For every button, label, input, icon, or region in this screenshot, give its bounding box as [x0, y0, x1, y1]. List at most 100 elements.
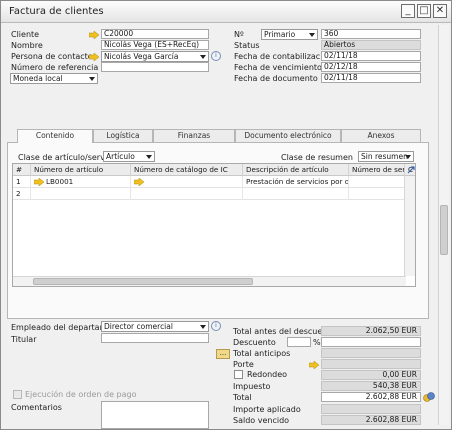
- serie-cell[interactable]: [349, 188, 405, 200]
- descuento-label: Descuento: [233, 338, 276, 347]
- referencia-field[interactable]: [101, 62, 209, 72]
- status-label: Status: [234, 41, 260, 50]
- resumen-label: Clase de resumen: [281, 153, 353, 162]
- serie-select[interactable]: Primario: [261, 29, 318, 40]
- contacto-select[interactable]: Nicolás Vega García: [101, 51, 209, 62]
- maximize-button[interactable]: □: [417, 4, 431, 18]
- empleado-value: Director comercial: [104, 322, 173, 331]
- col-header-descripcion[interactable]: Descripción de artículo: [243, 164, 349, 176]
- empleado-select[interactable]: Director comercial: [101, 321, 209, 332]
- grid-header: # Número de artículo Número de catálogo …: [13, 164, 415, 176]
- fcont-field[interactable]: 02/11/18: [321, 51, 421, 61]
- comentarios-textarea[interactable]: [101, 401, 209, 429]
- titular-field[interactable]: [101, 333, 209, 343]
- saldo-field: 2.602,88 EUR: [321, 415, 421, 425]
- title-bar: Factura de clientes _ □ ✕: [1, 1, 451, 23]
- tab-anexos[interactable]: Anexos: [341, 129, 421, 142]
- col-header-catalogo[interactable]: Número de catálogo de IC: [131, 164, 243, 176]
- importe-aplicado-label: Importe aplicado: [233, 405, 301, 414]
- articulo-cell[interactable]: [31, 188, 131, 200]
- redondeo-checkbox[interactable]: [234, 370, 243, 379]
- porte-link-arrow-icon[interactable]: [309, 361, 319, 369]
- grid-scroll-thumb[interactable]: [33, 278, 253, 285]
- fdoc-field[interactable]: 02/11/18: [321, 73, 421, 83]
- chevron-down-icon: [89, 77, 95, 81]
- contacto-value: Nicolás Vega García: [104, 52, 179, 61]
- porte-field: [321, 359, 421, 369]
- window-scrollbar[interactable]: [438, 25, 449, 425]
- info-icon[interactable]: i: [211, 321, 221, 331]
- anticipos-dots-button[interactable]: ...: [216, 349, 230, 359]
- minimize-button[interactable]: _: [401, 4, 415, 18]
- empleado-label: Empleado del departam: [11, 323, 108, 332]
- resumen-value: Sin resumen: [361, 152, 408, 161]
- cliente-label: Cliente: [11, 30, 40, 39]
- fvenc-field[interactable]: 02/12/18: [321, 62, 421, 72]
- anticipos-field: [321, 348, 421, 358]
- window-scroll-thumb[interactable]: [440, 205, 448, 255]
- moneda-value: Moneda local: [13, 74, 63, 83]
- fcont-label: Fecha de contabilización: [234, 52, 333, 61]
- impuesto-field: 540,38 EUR: [321, 381, 421, 391]
- clase-value: Artículo: [106, 152, 135, 161]
- nombre-field[interactable]: Nicolás Vega (ES+RecEq): [101, 40, 209, 50]
- contacto-link-arrow-icon[interactable]: [89, 53, 99, 61]
- resumen-select[interactable]: Sin resumen: [358, 151, 414, 162]
- anticipos-label: Total anticipos: [233, 349, 291, 358]
- invoice-window: Factura de clientes _ □ ✕ Cliente C20000…: [0, 0, 452, 430]
- tab-documento-electronico[interactable]: Documento electrónico: [235, 129, 341, 142]
- total-antes-field: 2.062,50 EUR: [321, 326, 421, 336]
- comentarios-label: Comentarios: [11, 403, 62, 412]
- serie-value: Primario: [264, 30, 296, 39]
- descuento-field[interactable]: [321, 337, 421, 347]
- chevron-down-icon: [405, 155, 411, 159]
- ejecucion-checkbox[interactable]: [13, 390, 22, 399]
- ejecucion-label: Ejecución de orden de pago: [25, 390, 137, 399]
- close-button[interactable]: ✕: [433, 4, 447, 18]
- tab-finanzas[interactable]: Finanzas: [153, 129, 235, 142]
- info-icon[interactable]: i: [211, 51, 221, 61]
- row-number: 2: [13, 188, 31, 200]
- col-header-serie[interactable]: Número de serie: [349, 164, 405, 176]
- redondeo-label: Redondeo: [247, 370, 288, 379]
- col-header-articulo[interactable]: Número de artículo: [31, 164, 131, 176]
- tab-contenido[interactable]: Contenido: [17, 129, 93, 143]
- saldo-label: Saldo vencido: [233, 416, 290, 425]
- grid-horizontal-scrollbar[interactable]: [13, 276, 406, 286]
- grid-vertical-scrollbar[interactable]: [404, 176, 415, 276]
- cliente-field[interactable]: C20000: [101, 29, 209, 39]
- catalogo-cell[interactable]: [143, 176, 243, 188]
- currency-coins-icon[interactable]: [423, 391, 435, 403]
- total-field[interactable]: 2.602,88 EUR: [321, 392, 421, 402]
- table-row[interactable]: 1 LB0001 Prestación de servicios por día: [13, 176, 405, 188]
- chevron-down-icon: [200, 55, 206, 59]
- total-label: Total: [233, 393, 252, 402]
- impuesto-label: Impuesto: [233, 382, 271, 391]
- descripcion-cell[interactable]: [243, 188, 349, 200]
- catalogo-cell[interactable]: [131, 188, 243, 200]
- nombre-label: Nombre: [11, 41, 43, 50]
- numero-field[interactable]: 360: [321, 29, 421, 39]
- moneda-select[interactable]: Moneda local: [10, 73, 98, 84]
- fvenc-label: Fecha de vencimiento: [234, 63, 322, 72]
- tab-logistica[interactable]: Logística: [93, 129, 153, 142]
- status-field: Abiertos: [321, 40, 421, 50]
- descuento-pct-field[interactable]: [287, 337, 311, 347]
- table-row[interactable]: 2: [13, 188, 405, 200]
- articulo-cell[interactable]: LB0001: [43, 176, 131, 188]
- items-grid: # Número de artículo Número de catálogo …: [12, 163, 416, 287]
- chevron-down-icon: [200, 325, 206, 329]
- serie-cell[interactable]: [349, 176, 405, 188]
- window-title: Factura de clientes: [9, 6, 104, 17]
- grid-settings-icon[interactable]: [406, 165, 415, 175]
- porte-label: Porte: [233, 360, 254, 369]
- row-number: 1: [13, 176, 31, 188]
- contacto-label: Persona de contacto: [11, 52, 93, 61]
- clase-select[interactable]: Artículo: [103, 151, 155, 162]
- descripcion-cell[interactable]: Prestación de servicios por día: [243, 176, 349, 188]
- importe-aplicado-field: [321, 404, 421, 414]
- chevron-down-icon: [309, 33, 315, 37]
- col-header-num[interactable]: #: [13, 164, 31, 176]
- cliente-link-arrow-icon[interactable]: [89, 31, 99, 39]
- fdoc-label: Fecha de documento: [234, 74, 318, 83]
